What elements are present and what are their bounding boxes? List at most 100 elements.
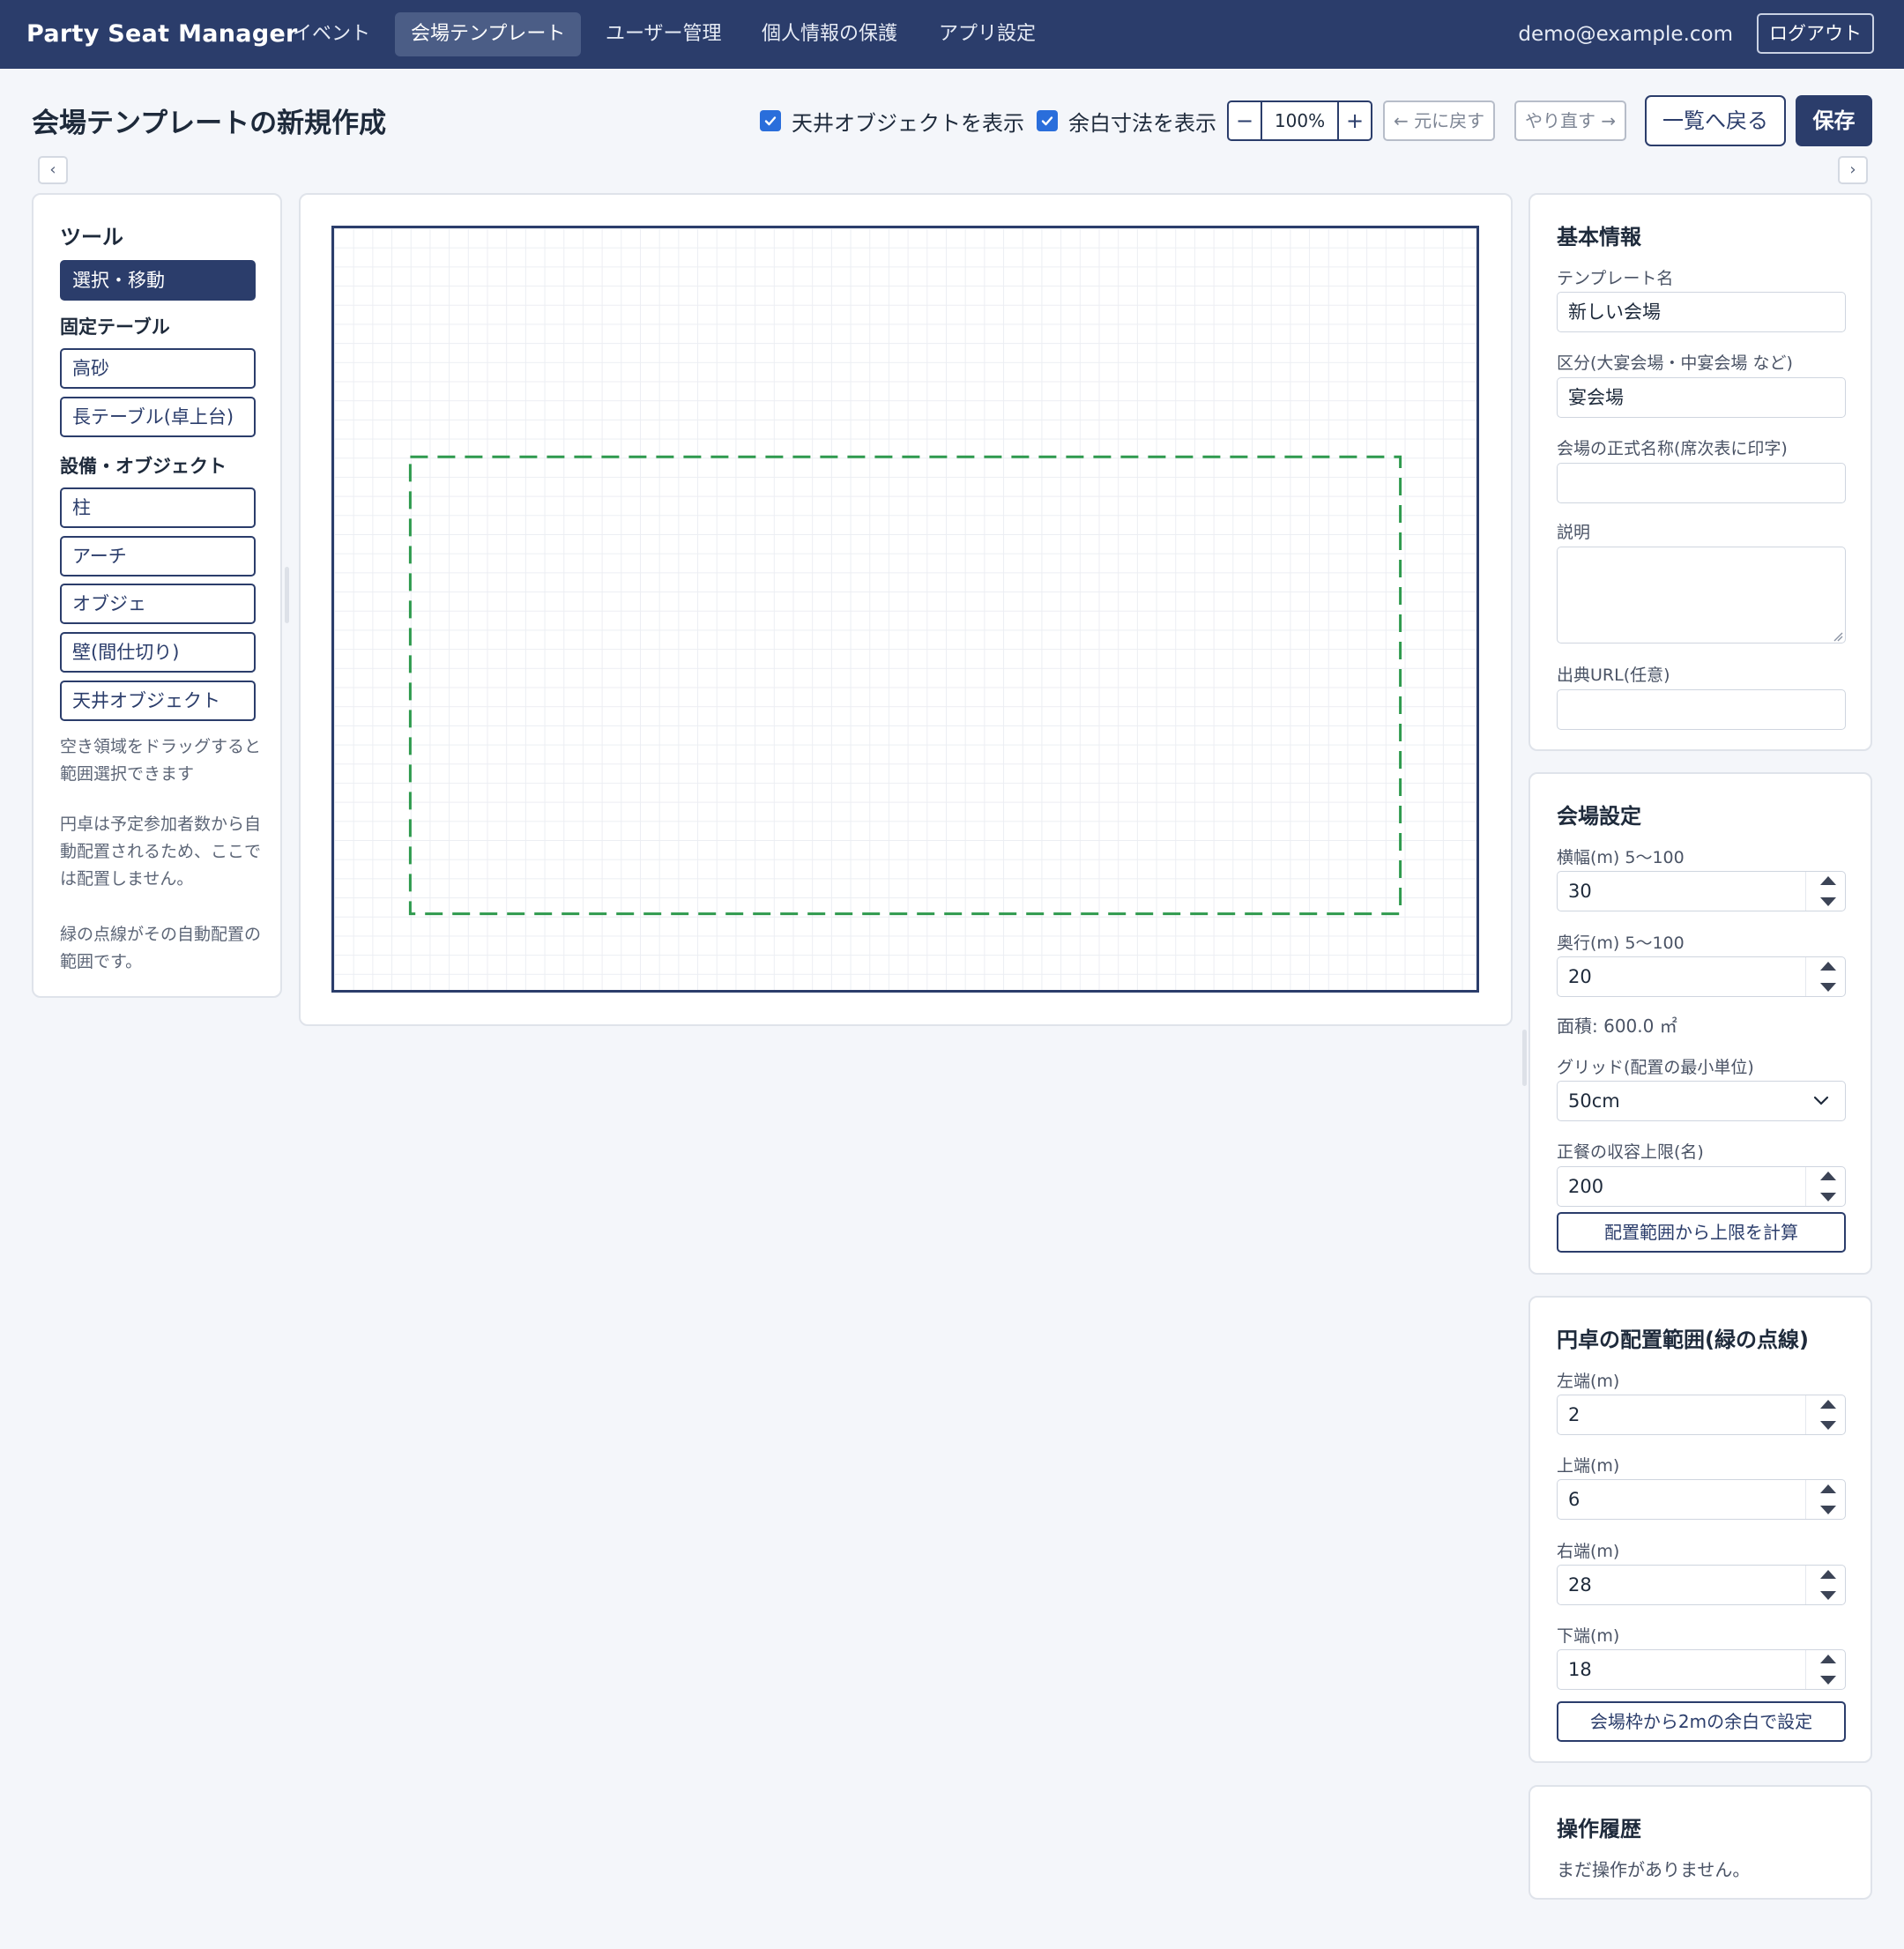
round-table-area-overlay	[408, 455, 1402, 916]
description-label: 説明	[1557, 523, 1591, 542]
left-resize-handle[interactable]	[285, 567, 289, 623]
nav-item-privacy[interactable]: 個人情報の保護	[746, 12, 913, 56]
range-left-label: 左端(m)	[1557, 1372, 1620, 1391]
history-title: 操作履歴	[1557, 1817, 1641, 1841]
area-readout: 面積: 600.0 ㎡	[1557, 1015, 1677, 1037]
spinner-divider	[1805, 1650, 1806, 1689]
tool-arch[interactable]: アーチ	[60, 536, 256, 577]
help-round-tables: 円卓は予定参加者数から自動配置されるため、ここでは配置しません。	[60, 815, 262, 889]
category-input[interactable]: 宴会場	[1557, 377, 1846, 418]
official-name-input[interactable]	[1557, 463, 1846, 503]
range-top-label: 上端(m)	[1557, 1456, 1620, 1476]
help-drag-select: 空き領域をドラッグすると範囲選択できます	[60, 737, 262, 784]
tool-wall-partition[interactable]: 壁(間仕切り)	[60, 632, 256, 673]
back-to-list-button[interactable]: 一覧へ戻る	[1645, 95, 1786, 146]
help-green-dashed: 緑の点線がその自動配置の範囲です。	[60, 925, 262, 971]
venue-settings-title: 会場設定	[1557, 804, 1641, 829]
history-panel: 操作履歴 まだ操作がありません。	[1528, 1785, 1872, 1900]
capacity-label: 正餐の収容上限(名)	[1557, 1142, 1704, 1162]
spinner-divider	[1805, 1395, 1806, 1434]
width-label: 横幅(m) 5〜100	[1557, 848, 1685, 867]
round-table-range-panel: 円卓の配置範囲(緑の点線) 左端(m) 2 上端(m) 6 右端(m) 28 下…	[1528, 1296, 1872, 1763]
nav-item-venue-templates[interactable]: 会場テンプレート	[395, 12, 582, 56]
undo-button[interactable]: ← 元に戻す	[1383, 100, 1496, 141]
tool-ceiling-object[interactable]: 天井オブジェクト	[60, 681, 256, 721]
checkbox-checked-icon[interactable]	[760, 110, 781, 131]
venue-canvas[interactable]	[331, 226, 1479, 993]
user-email: demo@example.com	[1518, 23, 1733, 46]
logout-button[interactable]: ログアウト	[1757, 13, 1874, 54]
redo-button[interactable]: やり直す →	[1514, 100, 1627, 141]
show-ceiling-toggle[interactable]: 天井オブジェクトを表示	[760, 106, 1024, 136]
nav-item-app-settings[interactable]: アプリ設定	[923, 12, 1052, 56]
range-left-input[interactable]: 2	[1557, 1395, 1846, 1435]
number-spinner-icon[interactable]	[1818, 876, 1838, 906]
range-bottom-input[interactable]: 18	[1557, 1649, 1846, 1690]
spinner-divider	[1805, 1566, 1806, 1604]
grid-label: グリッド(配置の最小単位)	[1557, 1058, 1754, 1077]
tool-takasago[interactable]: 高砂	[60, 348, 256, 389]
grid-select[interactable]: 50cm	[1557, 1081, 1846, 1121]
range-top-value: 6	[1568, 1489, 1580, 1510]
zoom-out-button[interactable]: −	[1229, 102, 1261, 139]
number-spinner-icon[interactable]	[1818, 962, 1838, 992]
round-table-area-dashed[interactable]	[408, 455, 1402, 916]
number-spinner-icon[interactable]	[1818, 1570, 1838, 1600]
description-textarea[interactable]	[1557, 547, 1846, 643]
zoom-in-button[interactable]: +	[1339, 102, 1371, 139]
number-spinner-icon[interactable]	[1818, 1484, 1838, 1514]
range-bottom-value: 18	[1568, 1659, 1592, 1680]
chevron-down-icon	[1813, 1096, 1829, 1105]
number-spinner-icon[interactable]	[1818, 1655, 1838, 1685]
depth-value: 20	[1568, 966, 1592, 987]
zoom-control: − 100% +	[1227, 100, 1372, 141]
calc-capacity-button[interactable]: 配置範囲から上限を計算	[1557, 1212, 1846, 1253]
tool-pillar[interactable]: 柱	[60, 487, 256, 528]
nav-item-events[interactable]: イベント	[277, 12, 386, 56]
depth-number-input[interactable]: 20	[1557, 956, 1846, 997]
basic-info-panel: 基本情報 テンプレート名 新しい会場 区分(大宴会場・中宴会場 など) 宴会場 …	[1528, 193, 1872, 751]
template-name-input[interactable]: 新しい会場	[1557, 292, 1846, 332]
capacity-value: 200	[1568, 1176, 1604, 1197]
venue-settings-panel: 会場設定 横幅(m) 5〜100 30 奥行(m) 5〜100 20 面積: 6…	[1528, 772, 1872, 1275]
source-url-label: 出典URL(任意)	[1557, 666, 1670, 685]
basic-info-title: 基本情報	[1557, 225, 1641, 249]
textarea-resize-grip-icon[interactable]	[1833, 631, 1843, 642]
range-right-value: 28	[1568, 1574, 1592, 1596]
tool-select-move[interactable]: 選択・移動	[60, 260, 256, 301]
collapse-left-panel-button[interactable]: ‹	[38, 156, 68, 184]
nav-item-user-management[interactable]: ユーザー管理	[590, 12, 738, 56]
auto-range-button[interactable]: 会場枠から2mの余白で設定	[1557, 1701, 1846, 1742]
range-right-label: 右端(m)	[1557, 1542, 1620, 1561]
save-button[interactable]: 保存	[1796, 95, 1872, 146]
top-navbar: Party Seat Manager イベント 会場テンプレート ユーザー管理 …	[0, 0, 1904, 69]
page-title: 会場テンプレートの新規作成	[32, 108, 387, 139]
history-empty-text: まだ操作がありません。	[1557, 1859, 1751, 1880]
tools-title: ツール	[60, 225, 123, 249]
spinner-divider	[1805, 872, 1806, 911]
number-spinner-icon[interactable]	[1818, 1172, 1838, 1201]
source-url-input[interactable]	[1557, 689, 1846, 730]
tool-objet[interactable]: オブジェ	[60, 584, 256, 624]
tools-panel: ツール 選択・移動 固定テーブル 高砂 長テーブル(卓上台) 設備・オブジェクト…	[32, 193, 282, 998]
capacity-number-input[interactable]: 200	[1557, 1166, 1846, 1207]
show-margin-toggle[interactable]: 余白寸法を表示	[1037, 106, 1216, 136]
collapse-right-panel-button[interactable]: ›	[1838, 156, 1868, 184]
width-value: 30	[1568, 881, 1592, 902]
tool-long-table[interactable]: 長テーブル(卓上台)	[60, 397, 256, 437]
width-number-input[interactable]: 30	[1557, 871, 1846, 911]
depth-label: 奥行(m) 5〜100	[1557, 934, 1685, 953]
category-label: 区分(大宴会場・中宴会場 など)	[1557, 353, 1793, 373]
range-title: 円卓の配置範囲(緑の点線)	[1557, 1328, 1809, 1352]
fixed-tables-title: 固定テーブル	[60, 316, 170, 338]
objects-title: 設備・オブジェクト	[60, 456, 227, 477]
number-spinner-icon[interactable]	[1818, 1400, 1838, 1430]
right-resize-handle[interactable]	[1522, 1030, 1527, 1086]
range-right-input[interactable]: 28	[1557, 1565, 1846, 1605]
grid-selected-value: 50cm	[1568, 1090, 1620, 1112]
range-top-input[interactable]: 6	[1557, 1479, 1846, 1520]
checkbox-checked-icon[interactable]	[1037, 110, 1058, 131]
spinner-divider	[1805, 1480, 1806, 1519]
show-ceiling-label: 天井オブジェクトを表示	[792, 110, 1024, 136]
brand-logo[interactable]: Party Seat Manager	[26, 0, 298, 69]
